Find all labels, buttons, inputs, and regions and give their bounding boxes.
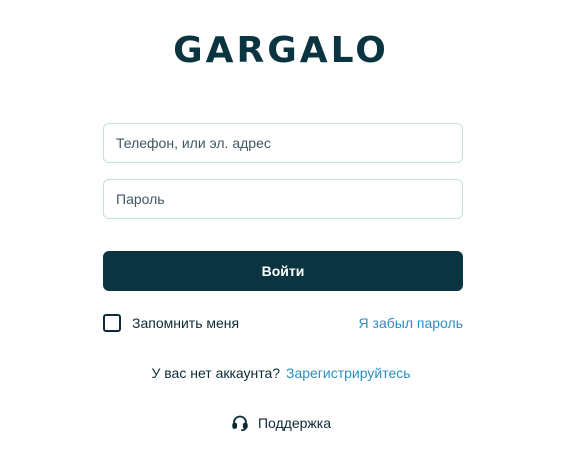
remember-checkbox[interactable] [103, 314, 121, 332]
login-button[interactable]: Войти [103, 251, 463, 291]
support-link[interactable]: Поддержка [0, 414, 562, 432]
support-label: Поддержка [257, 415, 332, 431]
brand-logo: GARGALO [173, 30, 389, 71]
forgot-password-link[interactable]: Я забыл пароль [359, 314, 463, 332]
password-input[interactable] [103, 179, 463, 219]
register-prompt: У вас нет аккаунта? [151, 365, 281, 381]
headset-icon [231, 414, 249, 432]
remember-label: Запомнить меня [132, 315, 240, 331]
remember-me[interactable]: Запомнить меня [103, 314, 239, 332]
register-link[interactable]: Зарегистрируйтесь [286, 365, 411, 381]
register-row: У вас нет аккаунта? Зарегистрируйтесь [0, 364, 562, 382]
login-input[interactable] [103, 123, 463, 163]
